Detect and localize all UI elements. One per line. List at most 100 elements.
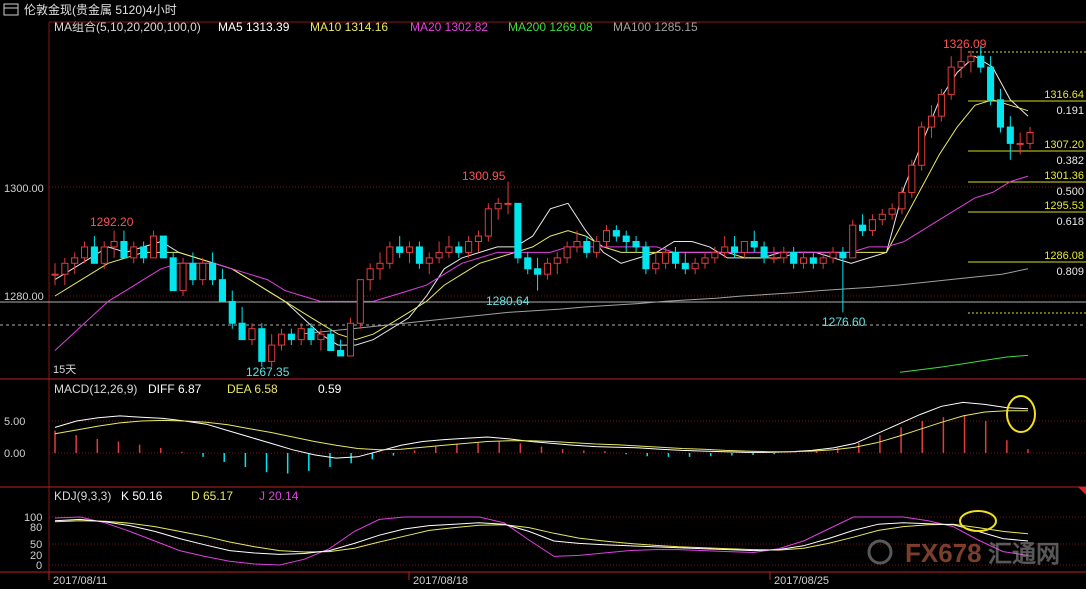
kdj-line-k [54,518,1029,555]
candle-body [209,262,217,281]
watermark-cn: 汇通网 [988,541,1060,568]
candle-body [51,273,59,276]
label-low-1267: 1267.35 [246,365,290,379]
macd-tick-0: 0.00 [4,448,25,460]
y-axis: 1300.00 1280.00 [4,183,44,303]
candle-body [681,262,689,270]
candle-body [1026,132,1034,144]
label-low-1276: 1276.60 [822,315,866,329]
legend-j: J 20.14 [259,489,299,503]
candle-body [839,251,847,259]
candle-body [71,257,79,264]
legend-dea: DEA 6.58 [227,382,278,396]
candle-body [632,241,640,248]
candle-body [474,235,483,243]
candle-body [711,251,719,259]
candle-body [819,257,827,264]
candle-body [878,213,886,221]
candle-body [179,262,187,292]
ma-line-ma200 [899,354,1029,373]
macd-legend: MACD(12,26,9) DIFF 6.87 DEA 6.58 0.59 [54,382,342,396]
y-tick-1280: 1280.00 [4,291,44,303]
candle-body [553,257,561,264]
candle-body [356,279,364,324]
candle-body [849,224,857,259]
frame [0,21,1086,573]
candle-body [937,93,945,117]
candle-body [947,66,955,95]
candle-body [977,55,985,68]
candle-body [987,66,995,101]
legend-diff: DIFF 6.87 [148,382,202,396]
fib-ratio-0191: 0.191 [1056,105,1084,117]
candle-body [484,208,492,237]
x-axis: 2017/08/11 2017/08/18 2017/08/25 [48,572,829,587]
candle-body [120,241,128,259]
ma-legend: MA组合(5,10,20,200,100,0) MA5 1313.39 MA10… [54,19,698,34]
candle-body [1016,142,1024,145]
fib-price-0191: 1316.64 [1044,89,1084,101]
y-tick-1300: 1300.00 [4,183,44,195]
candle-body [652,262,660,270]
candle-body [721,246,729,253]
candle-body [701,257,709,264]
candle-body [258,328,266,362]
window-icon[interactable] [3,3,19,16]
candle-body [780,251,788,259]
candle-body [859,224,867,232]
corner-marker [1078,487,1086,495]
candle-body [100,246,108,264]
candle-body [799,257,808,264]
legend-kdj: KDJ(9,3,3) [54,489,111,503]
candle-body [760,246,768,259]
candle-body [268,344,276,362]
candle-body [1006,126,1014,144]
candle-body [740,241,748,253]
candle-body [563,246,571,259]
x-tick-0811: 2017/08/11 [53,575,107,587]
candle-body [662,251,670,264]
candle-body [543,262,551,275]
candle-body [790,251,798,264]
candle-body [908,164,916,193]
candle-body [445,246,453,253]
candle-body [888,208,896,215]
x-tick-0818: 2017/08/18 [413,575,468,587]
candle-body [514,202,522,259]
candle-body [337,350,345,357]
candle-body [189,262,197,281]
candle-body [90,246,98,264]
candle-body [494,202,502,210]
candle-body [415,246,423,264]
kdj-tick-0: 0 [36,560,42,572]
fib-price-0809: 1286.08 [1044,250,1084,262]
candle-body [524,257,532,270]
label-low-1280: 1280.64 [486,294,530,308]
macd-histogram [54,415,1029,474]
candle-body [465,241,473,253]
candle-body [583,241,591,253]
macd-tick-5: 5.00 [4,416,25,428]
candle-body [405,246,414,253]
candle-body [386,246,394,264]
fib-ratio-0618: 0.618 [1056,216,1084,228]
candle-body [435,251,443,259]
candle-body [593,241,601,253]
candle-body [149,235,158,259]
legend-ma-group: MA组合(5,10,20,200,100,0) [54,19,201,34]
candle-body [957,61,965,68]
candle-body [327,333,335,351]
label-high-1326: 1326.09 [943,37,987,51]
period-label: 15天 [53,364,76,376]
candle-body [287,333,295,341]
candle-body [918,126,926,166]
candle-body [730,246,739,253]
candle-body [110,241,118,248]
candle-body [297,328,305,341]
candle-body [504,202,512,205]
fib-price-0500: 1301.36 [1044,170,1084,182]
candle-body [868,219,876,232]
candle-body [809,257,817,264]
candle-body [248,328,256,341]
candle-body [80,246,89,259]
